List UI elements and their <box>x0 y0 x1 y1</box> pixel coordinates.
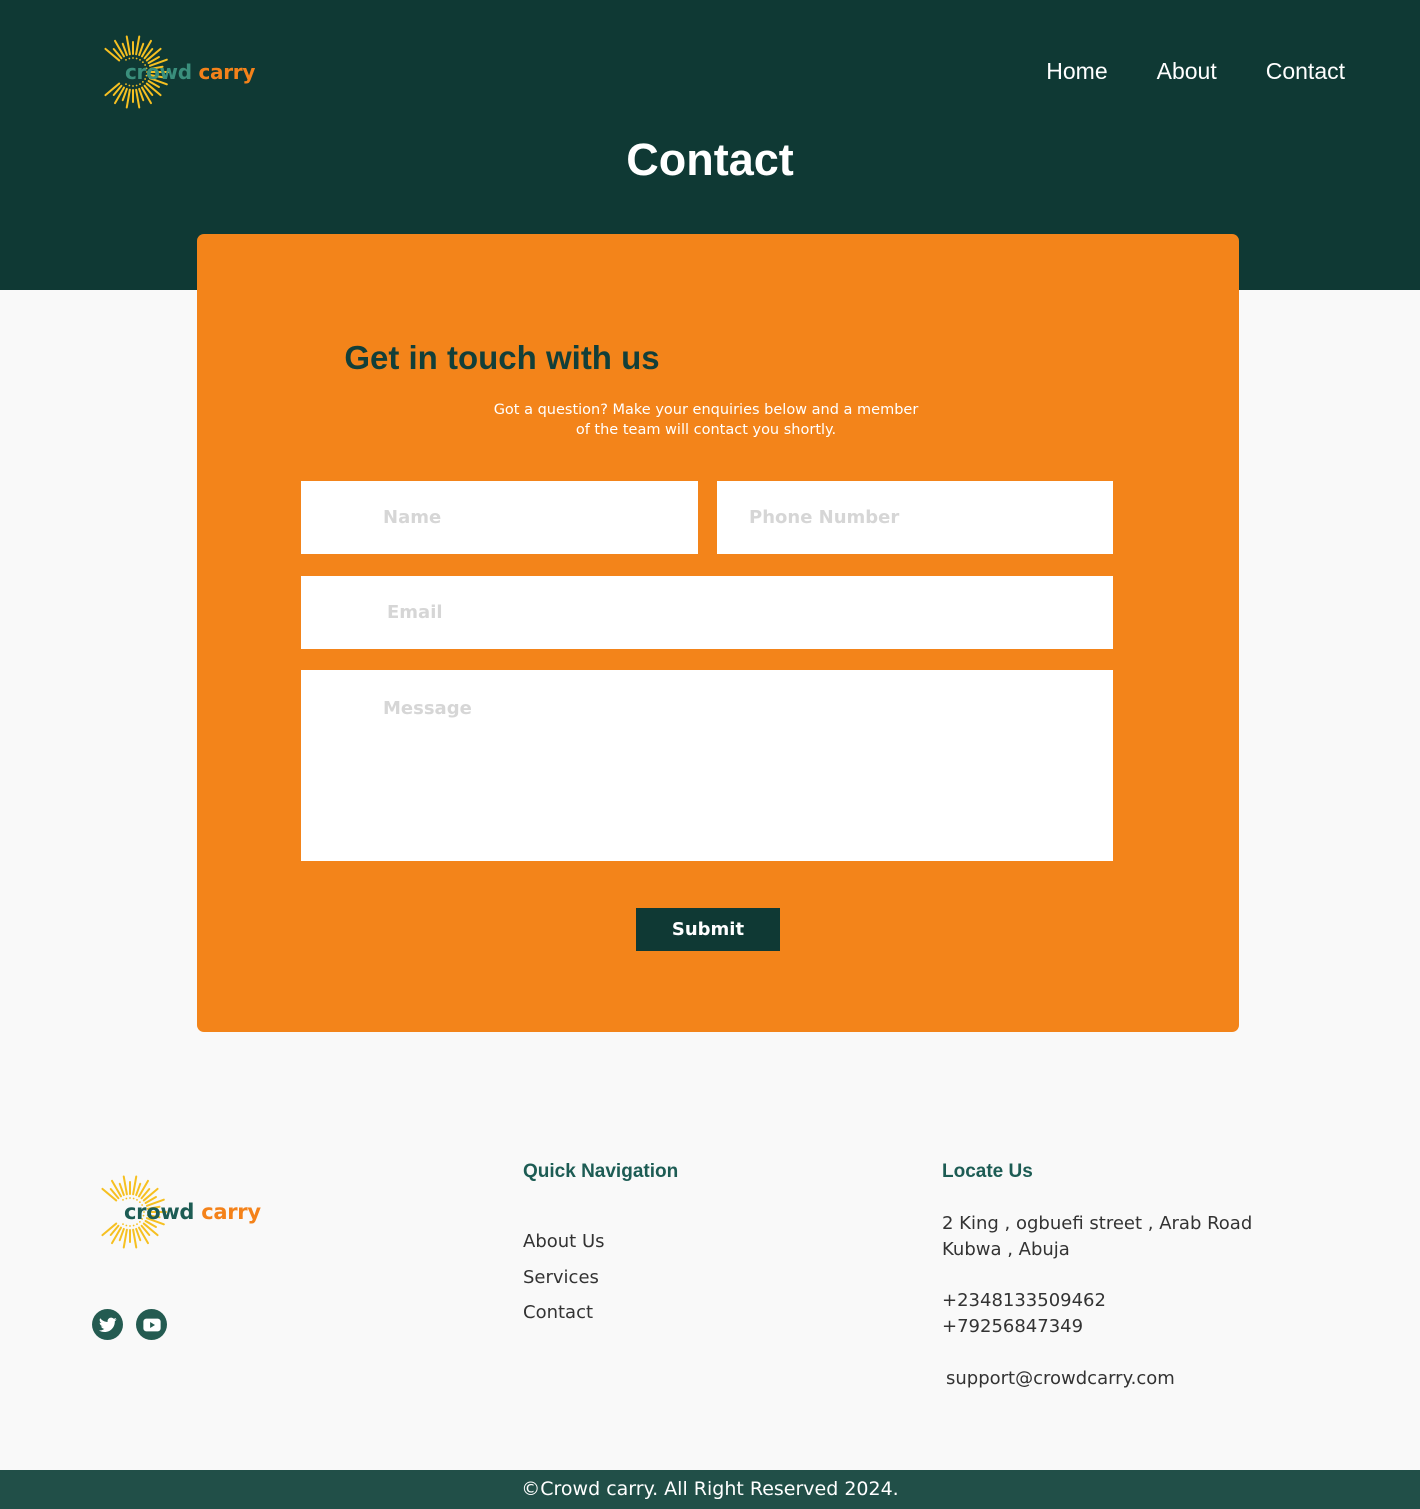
footer-link-about[interactable]: About Us <box>523 1224 605 1260</box>
form-subtitle: Got a question? Make your enquiries belo… <box>490 400 922 440</box>
footer-link-contact[interactable]: Contact <box>523 1295 605 1331</box>
form-subtitle-line2: of the team will contact you shortly. <box>575 422 837 438</box>
twitter-icon[interactable] <box>92 1309 123 1340</box>
nav-contact[interactable]: Contact <box>1266 58 1345 85</box>
youtube-icon[interactable] <box>136 1309 167 1340</box>
address-line2: Kubwa , Abuja <box>942 1239 1070 1260</box>
logo-word-carry: carry <box>198 60 256 84</box>
form-subtitle-line1: Got a question? Make your enquiries belo… <box>493 402 919 418</box>
name-input[interactable] <box>301 481 698 554</box>
phone-2[interactable]: +79256847349 <box>942 1316 1083 1337</box>
message-textarea[interactable] <box>301 670 1113 861</box>
locate-us-title: Locate Us <box>942 1161 1033 1182</box>
social-links <box>92 1309 167 1340</box>
footer-logo[interactable]: crowd carry <box>92 1174 261 1250</box>
nav-about[interactable]: About <box>1157 58 1217 85</box>
header-logo[interactable]: crowd carry <box>95 34 255 110</box>
phone-input[interactable] <box>717 481 1113 554</box>
logo-word-carry: carry <box>201 1200 261 1224</box>
footer-link-services[interactable]: Services <box>523 1260 605 1296</box>
main-nav: Home About Contact <box>1046 58 1345 85</box>
address-line1: 2 King , ogbuefi street , Arab Road <box>942 1213 1253 1234</box>
submit-button[interactable]: Submit <box>636 908 780 951</box>
nav-home[interactable]: Home <box>1046 58 1107 85</box>
logo-word-crowd: crowd <box>124 1200 195 1224</box>
form-title: Get in touch with us <box>344 339 660 376</box>
email-input[interactable] <box>301 576 1113 649</box>
phone-numbers: +2348133509462 +79256847349 <box>942 1288 1106 1340</box>
copyright-bar: ©Crowd carry. All Right Reserved 2024. <box>0 1470 1420 1509</box>
logo-word-crowd: crowd <box>125 60 192 84</box>
support-email[interactable]: support@crowdcarry.com <box>946 1366 1175 1392</box>
page-title: Contact <box>626 134 794 185</box>
quick-nav-list: About Us Services Contact <box>523 1224 605 1331</box>
address: 2 King , ogbuefi street , Arab Road Kubw… <box>942 1211 1252 1263</box>
quick-nav-title: Quick Navigation <box>523 1161 679 1182</box>
phone-1[interactable]: +2348133509462 <box>942 1290 1106 1311</box>
